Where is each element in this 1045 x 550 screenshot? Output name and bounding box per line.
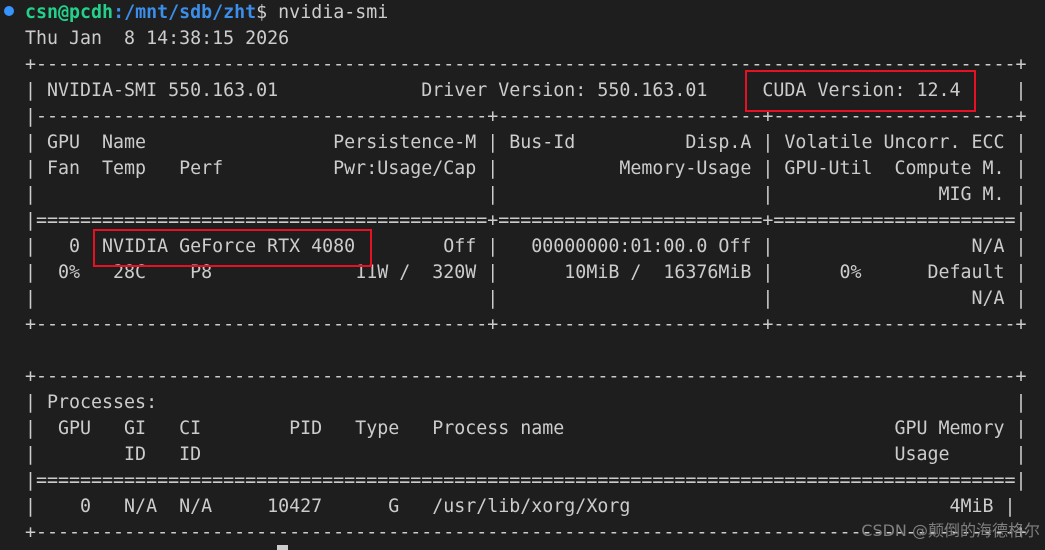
processes-header-row-1: | GPU GI CI PID Type Process name GPU Me… (25, 418, 1027, 439)
gpu-row-1: | 0 NVIDIA GeForce RTX 4080 Off | 000000… (25, 236, 1027, 257)
smi-header-row: | NVIDIA-SMI 550.163.01 Driver Version: … (25, 80, 1027, 101)
prompt-command: nvidia-smi (267, 2, 389, 23)
processes-border-top: +---------------------------------------… (25, 366, 1027, 387)
table-double-divider: |=======================================… (25, 210, 1027, 231)
prompt-user-host: csn@pcdh (25, 2, 114, 23)
column-header-row-3: | | | MIG M. | (25, 184, 1027, 205)
gpu-row-3: | | | N/A | (25, 288, 1027, 309)
prompt-path: :/mnt/sdb/zht (113, 2, 257, 23)
prompt-status-dot (4, 6, 14, 16)
prompt-symbol: $ (256, 2, 268, 23)
table-border-top: +---------------------------------------… (25, 54, 1027, 75)
timestamp-line: Thu Jan 8 14:38:15 2026 (25, 28, 290, 49)
process-row: | 0 N/A N/A 10427 G /usr/lib/xorg/Xorg 4… (25, 496, 1016, 517)
processes-header-row-2: | ID ID Usage | (25, 444, 1027, 465)
processes-divider: |=======================================… (25, 470, 1027, 491)
gpu-row-2: | 0% 28C P8 11W / 320W | 10MiB / 16376Mi… (25, 262, 1027, 283)
terminal-cursor (277, 545, 288, 550)
table-divider: |---------------------------------------… (25, 106, 1027, 127)
command-prompt-line: csn@pcdh:/mnt/sdb/zht$ nvidia-smi (25, 0, 388, 26)
table-border-bottom: +---------------------------------------… (25, 314, 1027, 335)
column-header-row-1: | GPU Name Persistence-M | Bus-Id Disp.A… (25, 132, 1027, 153)
processes-title-row: | Processes: | (25, 392, 1027, 413)
column-header-row-2: | Fan Temp Perf Pwr:Usage/Cap | Memory-U… (25, 158, 1027, 179)
watermark: CSDN @颠倒的海德格尔 (861, 521, 1040, 540)
